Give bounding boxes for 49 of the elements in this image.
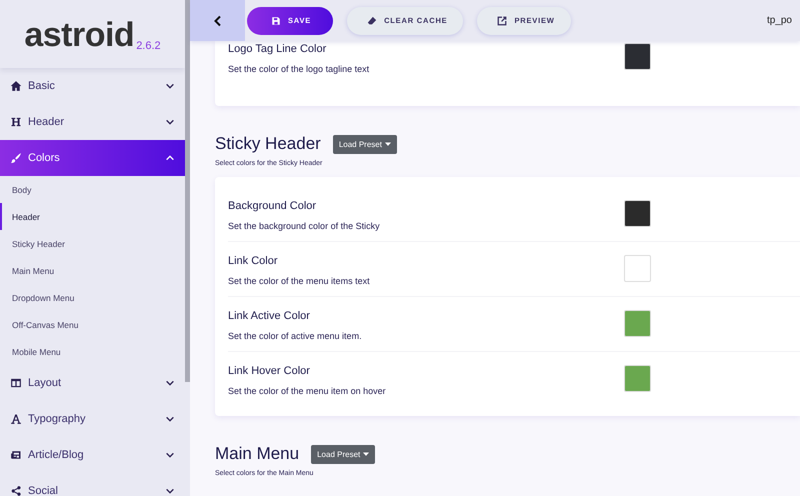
submenu-item[interactable]: Dropdown Menu	[0, 284, 185, 311]
version-label: 2.6.2	[136, 40, 161, 52]
menu-icon	[10, 377, 22, 389]
color-swatch[interactable]	[624, 255, 651, 282]
sidebar-item[interactable]: Layout	[0, 365, 185, 401]
menu-icon	[10, 485, 22, 496]
load-preset-button[interactable]: Load Preset	[311, 444, 376, 464]
setting-description: Set the color of the logo tagline text	[228, 64, 370, 74]
menu-icon	[10, 413, 22, 425]
setting-description: Set the background color of the Sticky	[228, 221, 381, 231]
setting-title: Logo Tag Line Color	[228, 43, 328, 55]
caret-icon	[363, 451, 370, 457]
color-swatch[interactable]	[624, 200, 651, 227]
save-icon	[271, 16, 281, 26]
submenu-item[interactable]: Sticky Header	[0, 230, 185, 257]
setting-title: Background Color	[228, 200, 318, 212]
color-swatch[interactable]	[624, 310, 651, 337]
submenu-item[interactable]: Body	[0, 176, 185, 203]
logo-text: astroid	[24, 18, 134, 52]
submenu-item[interactable]: Mobile Menu	[0, 338, 185, 365]
sidebar-item[interactable]: Article/Blog	[0, 437, 185, 473]
sidebar-item[interactable]: Basic	[0, 68, 185, 104]
sidebar-item[interactable]: Typography	[0, 401, 185, 437]
sidebar-item[interactable]: Colors	[0, 140, 185, 176]
load-preset-button[interactable]: Load Preset	[332, 134, 397, 154]
section-title: Sticky Header	[215, 134, 321, 154]
menu-icon	[10, 116, 22, 128]
setting-title: Link Color	[228, 255, 279, 267]
menu-icon	[10, 449, 22, 461]
back-icon	[212, 14, 224, 26]
setting-description: Set the color of the menu item on hover	[228, 386, 387, 396]
setting-title: Link Active Color	[228, 310, 311, 322]
caret-icon	[384, 141, 391, 147]
color-swatch[interactable]	[624, 365, 651, 392]
setting-title: Link Hover Color	[228, 365, 311, 377]
setting-description: Set the color of active menu item.	[228, 331, 363, 341]
submenu-item[interactable]: Off-Canvas Menu	[0, 311, 185, 338]
color-swatch[interactable]	[624, 43, 651, 70]
menu-icon	[10, 152, 22, 164]
setting-description: Set the color of the menu items text	[228, 276, 371, 286]
template-name: tp_po	[766, 15, 792, 26]
eraser-icon	[367, 16, 378, 26]
scrollbar-thumb[interactable]	[185, 0, 190, 382]
submenu-item[interactable]: Main Menu	[0, 257, 185, 284]
sidebar-item[interactable]: Header	[0, 104, 185, 140]
menu-icon	[10, 80, 22, 92]
section-title: Main Menu	[215, 444, 300, 464]
sidebar-item[interactable]: Social	[0, 473, 185, 496]
external-link-icon	[497, 16, 508, 26]
